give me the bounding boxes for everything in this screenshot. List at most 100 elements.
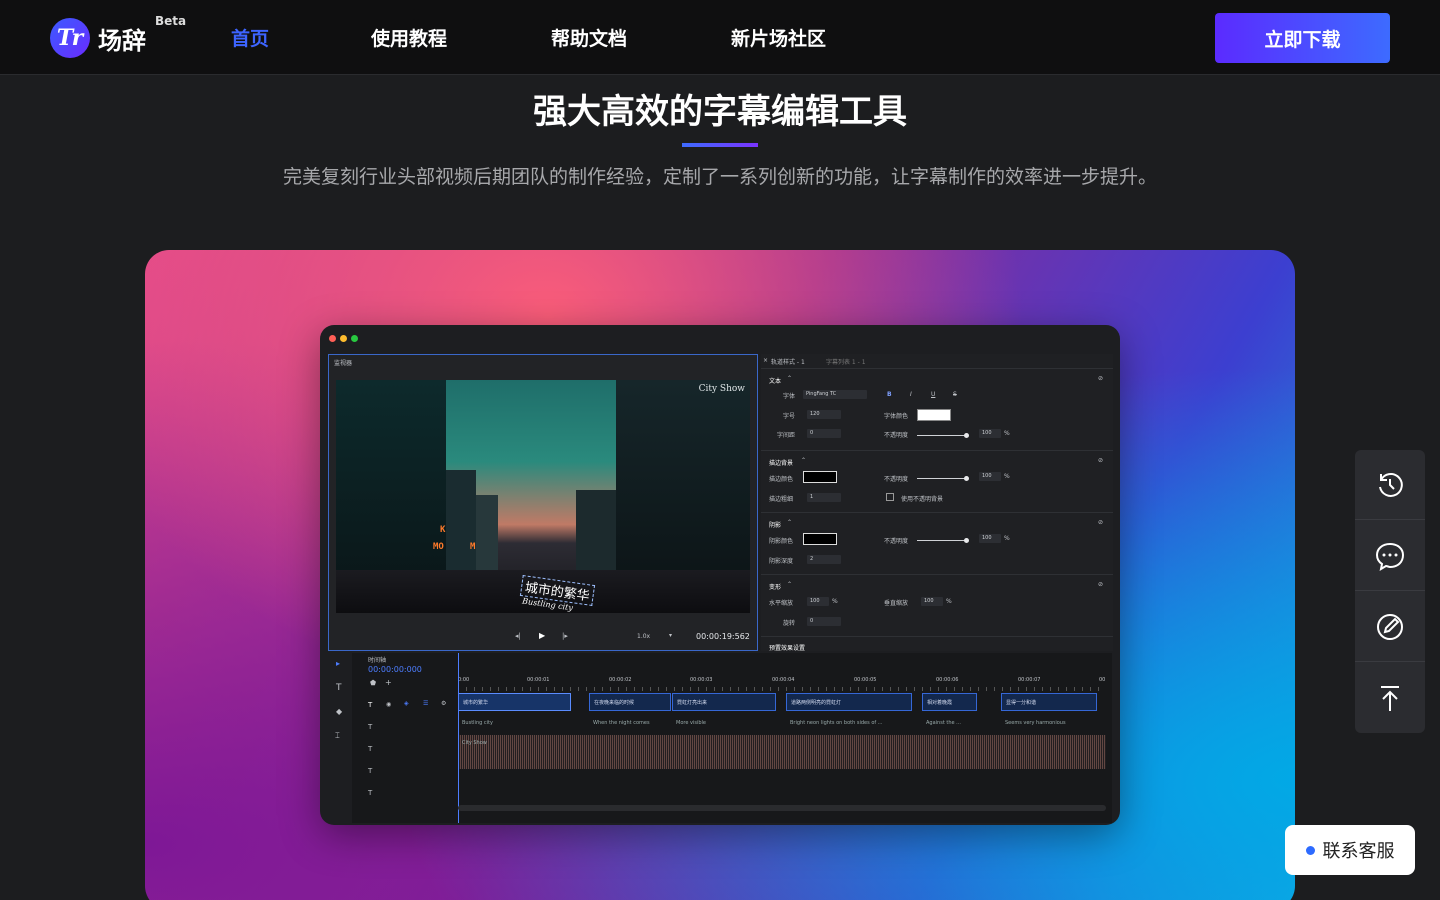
clip-en[interactable]: Bright neon lights on both sides of ... [790,720,883,726]
tab-subtitle-list[interactable]: 字幕列表 1 - 1 [826,357,866,366]
clip-en[interactable]: Against the ... [926,720,961,726]
marker-icon[interactable]: ⬟ [370,679,376,687]
shadow-opacity-input[interactable]: 100 [979,534,1001,543]
ruler-tick: 00:00:04 [772,677,795,683]
stroke-width-input[interactable]: 1 [807,493,841,502]
contact-support-button[interactable]: 联系客服 [1285,825,1415,875]
chevron-up-icon[interactable]: ⌃ [787,375,792,382]
speed-select[interactable]: 1.0x [637,633,650,640]
next-frame-icon[interactable]: |▸ [562,632,568,640]
shadow-color-swatch[interactable] [803,533,837,545]
prev-frame-icon[interactable]: ◂| [515,632,521,640]
clip-cn[interactable]: 相对着晚霞 [922,693,977,711]
font-color-swatch[interactable] [917,409,951,421]
clip-en[interactable]: When the night comes [593,720,650,726]
divider [761,512,1113,513]
nav-home[interactable]: 首页 [231,24,269,51]
nav-community[interactable]: 新片场社区 [731,24,826,51]
italic-button[interactable]: I [910,391,912,398]
ruler-tick: 00:00:03 [690,677,713,683]
audio-waveform[interactable] [458,735,1106,769]
spacing-input[interactable]: 0 [807,429,841,438]
clip-cn[interactable]: 显得一分和谐 [1001,693,1097,711]
divider [761,450,1113,451]
settings-icon[interactable]: ⚙ [441,700,446,707]
chevron-down-icon[interactable]: ▾ [669,632,672,639]
tab-track-style[interactable]: 轨道样式 - 1 [771,357,805,366]
clip-en[interactable]: Seems very harmonious [1005,720,1066,726]
reset-icon[interactable]: ⊘ [1098,519,1103,526]
reset-icon[interactable]: ⊘ [1098,581,1103,588]
stroke-opacity-input[interactable]: 100 [979,472,1001,481]
chevron-up-icon[interactable]: ⌃ [801,457,806,464]
clip-cn[interactable]: 道路两侧明亮的霓虹灯 [786,693,912,711]
section-stroke[interactable]: 描边背景 [769,458,793,467]
opacity-label: 不透明度 [884,432,909,439]
underline-button[interactable]: U [931,391,935,398]
lock-icon[interactable]: ◈ [404,700,409,707]
ruler-tick: 00 [1099,677,1106,683]
text-tool-icon[interactable]: T [336,683,342,693]
playhead[interactable] [458,653,459,823]
list-icon[interactable]: ☰ [423,700,428,707]
neon-sign-k: K [440,525,446,535]
shadow-opacity-label: 不透明度 [884,538,909,545]
opacity-input[interactable]: 100 [979,429,1001,438]
nav-help-docs[interactable]: 帮助文档 [551,24,627,51]
strike-button[interactable]: S [953,391,957,398]
bold-button[interactable]: B [887,391,892,398]
clip-cn[interactable]: 在夜晚来临的时候 [589,693,671,711]
size-label: 字号 [783,413,796,420]
opacity-slider[interactable] [917,433,969,438]
close-icon[interactable]: × [763,357,768,364]
section-shadow[interactable]: 阴影 [769,520,781,529]
download-button[interactable]: 立即下载 [1215,13,1390,63]
section-text[interactable]: 文本 [769,376,781,385]
chevron-up-icon[interactable]: ⌃ [787,519,792,526]
divider [761,574,1113,575]
chevron-up-icon[interactable]: ⌃ [787,581,792,588]
select-tool-icon[interactable]: ▸ [336,659,340,668]
divider [761,368,1113,369]
clip-en[interactable]: Bustling city [462,720,493,726]
reset-icon[interactable]: ⊘ [1098,375,1103,382]
rotate-input[interactable]: 0 [807,617,841,626]
size-input[interactable]: 120 [807,410,841,419]
section-transform[interactable]: 变形 [769,582,781,591]
use-bg-checkbox[interactable] [886,493,894,501]
shadow-opacity-slider[interactable] [917,538,969,543]
v-scale-input[interactable]: 100 [921,597,943,606]
timeline-scrollbar[interactable] [458,805,1106,811]
font-select[interactable]: PingFang TC [803,390,867,399]
chat-button[interactable] [1355,521,1425,591]
video-preview: K MO M City Show 城市的繁华 Bustling city [336,380,750,613]
nav-tutorial[interactable]: 使用教程 [371,24,447,51]
clip-en[interactable]: More visible [676,720,706,726]
feedback-button[interactable] [1355,592,1425,662]
stroke-opacity-label: 不透明度 [884,476,909,483]
split-tool-icon[interactable]: ⌶ [335,731,340,741]
clip-cn[interactable]: 城市的繁华 [458,693,571,711]
h-scale-input[interactable]: 100 [807,597,829,606]
stroke-opacity-slider[interactable] [917,476,969,481]
add-icon[interactable]: + [385,678,392,687]
stroke-color-label: 描边颜色 [769,476,794,483]
eye-icon[interactable]: ◉ [386,701,391,708]
ruler-ticks [458,687,1106,691]
ruler-tick: 00:00:02 [609,677,632,683]
section-preset[interactable]: 预置效果设置 [769,643,805,652]
clip-cn[interactable]: 霓虹灯亮出来 [672,693,776,711]
stroke-color-swatch[interactable] [803,471,837,483]
play-icon[interactable]: ▶ [539,631,545,640]
back-to-top-button[interactable] [1355,663,1425,733]
track-3-clip[interactable]: City Show [462,740,487,746]
eraser-tool-icon[interactable]: ◆ [336,707,342,716]
player-controls: ◂| ▶ |▸ 1.0x ▾ 00:00:19:562 [329,629,759,645]
reset-icon[interactable]: ⊘ [1098,457,1103,464]
logo-mark: Tr [50,18,90,58]
history-button[interactable] [1355,450,1425,520]
shadow-depth-input[interactable]: 2 [807,555,841,564]
percent-label: % [1004,430,1010,437]
logo[interactable]: Tr 场辞 Beta [50,14,186,58]
site-header: Tr 场辞 Beta 首页 使用教程 帮助文档 新片场社区 立即下载 [0,0,1440,75]
